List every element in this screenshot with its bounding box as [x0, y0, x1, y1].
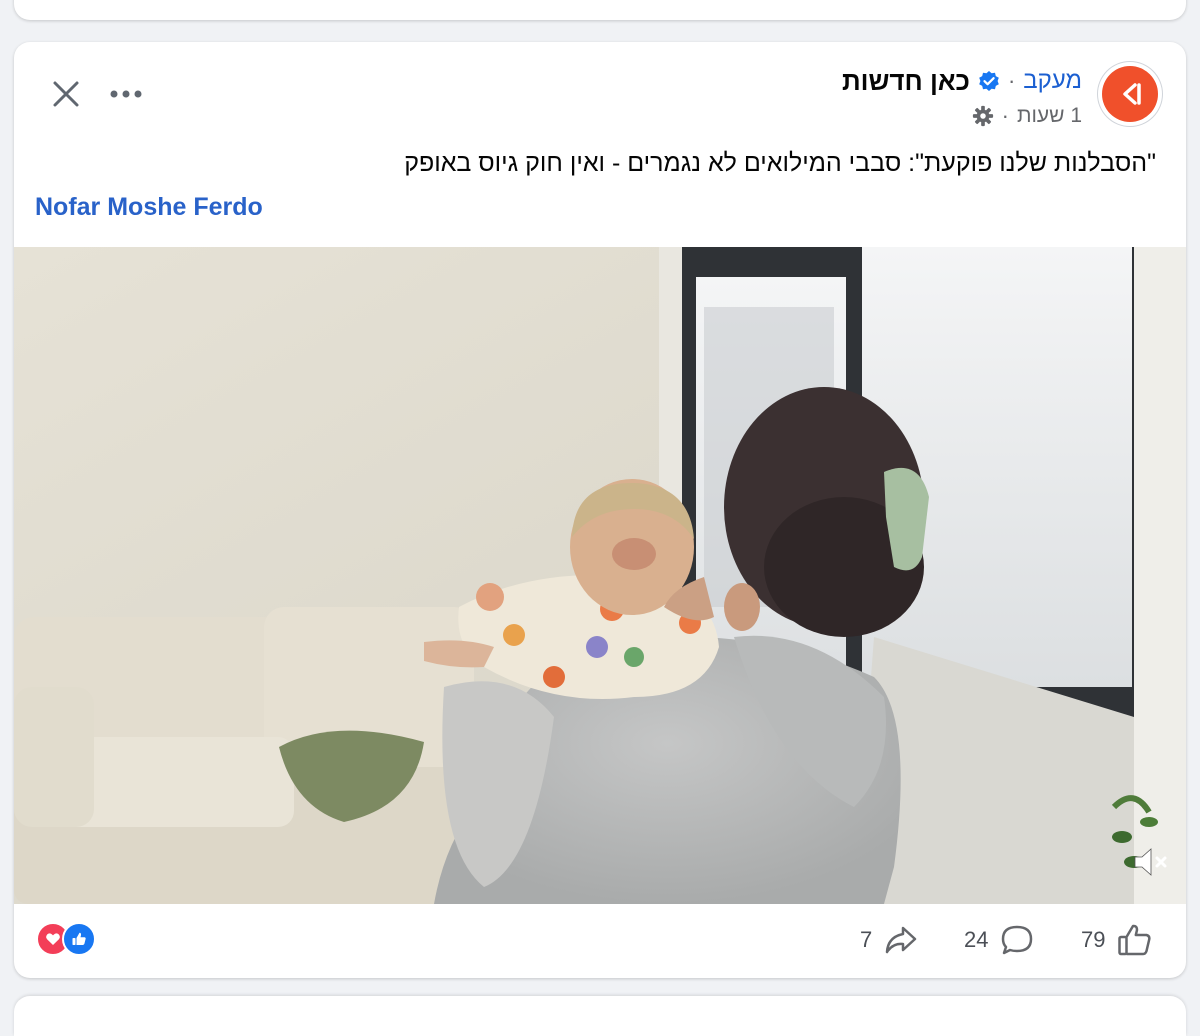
comment-icon — [1002, 925, 1033, 955]
comment-count: 24 — [964, 927, 989, 952]
separator-dot: · — [1007, 68, 1016, 93]
share-count: 7 — [860, 927, 873, 952]
like-reaction-icon — [62, 922, 96, 956]
speaker-muted-icon — [1134, 848, 1167, 876]
next-post-card — [14, 996, 1186, 1036]
thumbs-up-icon — [1118, 924, 1152, 956]
previous-post-card — [14, 0, 1186, 20]
close-button[interactable] — [48, 76, 84, 112]
verified-badge-icon — [979, 71, 999, 91]
like-count: 79 — [1081, 927, 1106, 952]
follow-link[interactable]: מעקב — [1023, 67, 1082, 95]
kan-logo — [1102, 66, 1158, 122]
comment-button[interactable]: 24 — [964, 920, 1034, 960]
post-card: כאן חדשות · מעקב 1 שעות · "הסבלנות שלנו … — [14, 42, 1186, 978]
author-tag-link[interactable]: Nofar Moshe Ferdo — [35, 193, 263, 222]
video-player[interactable] — [14, 247, 1186, 904]
post-timestamp[interactable]: 1 שעות — [1017, 104, 1082, 128]
close-icon — [53, 81, 79, 107]
page-name[interactable]: כאן חדשות — [842, 66, 970, 97]
like-button[interactable]: 79 — [1081, 920, 1153, 960]
post-header: כאן חדשות · מעקב — [842, 64, 1082, 98]
post-text: "הסבלנות שלנו פוקעת": סבבי המילואים לא נ… — [404, 149, 1156, 177]
share-button[interactable]: 7 — [860, 920, 918, 960]
page-avatar[interactable] — [1098, 62, 1162, 126]
video-frame — [14, 247, 1186, 904]
reactions-summary[interactable] — [36, 922, 96, 956]
share-icon — [886, 926, 917, 954]
gear-icon — [972, 105, 993, 127]
more-options-button[interactable] — [108, 76, 144, 112]
post-meta: 1 שעות · — [972, 102, 1082, 130]
meta-separator-dot: · — [1001, 103, 1009, 128]
mute-toggle-button[interactable] — [1132, 842, 1172, 882]
more-icon — [110, 90, 142, 98]
